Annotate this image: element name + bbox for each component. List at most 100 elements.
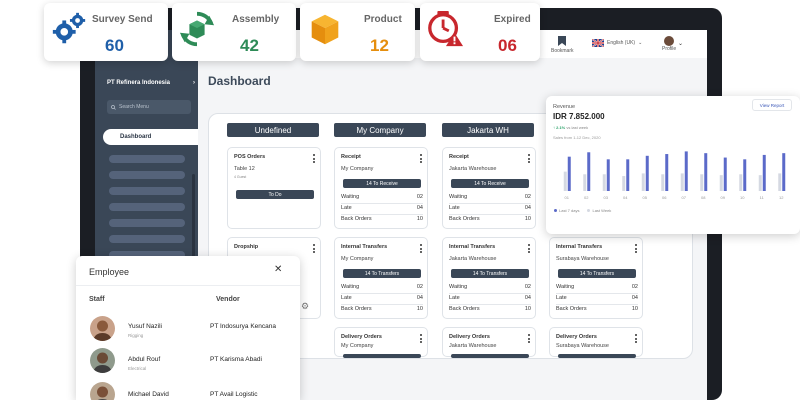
bar-last-7-days-01 bbox=[567, 156, 571, 191]
stat-label: Assembly bbox=[232, 14, 280, 25]
bar-last-week-08 bbox=[700, 174, 704, 191]
stat-card-expired[interactable]: Expired 06 bbox=[420, 3, 540, 61]
card-subtitle: Surabaya Warehouse bbox=[556, 256, 609, 262]
to-transfers-button[interactable]: 14 To Transfers bbox=[558, 269, 636, 278]
bar-last-7-days-07 bbox=[684, 151, 688, 191]
language-selector[interactable]: English (UK) ⌄ bbox=[592, 39, 642, 47]
bar-last-week-07 bbox=[680, 173, 684, 191]
chart-legend: Last 7 days Last Week bbox=[554, 208, 611, 213]
stat-card-assembly[interactable]: Assembly 42 bbox=[172, 3, 296, 61]
card-button[interactable] bbox=[558, 354, 636, 358]
to-receive-button[interactable]: 14 To Receive bbox=[451, 179, 529, 188]
column-header-jakarta-wh: Jakarta WH bbox=[442, 123, 534, 137]
more-menu-icon[interactable] bbox=[528, 154, 530, 165]
card-button[interactable] bbox=[451, 354, 529, 358]
sidebar-item[interactable] bbox=[109, 235, 185, 243]
stat-card-product[interactable]: Product 12 bbox=[300, 3, 415, 61]
company-selector[interactable]: PT Refinera Indonesia › bbox=[107, 80, 195, 86]
receipt-card-my-company[interactable]: Receipt My Company 14 To Receive Waiting… bbox=[334, 147, 428, 229]
bar-last-7-days-06 bbox=[665, 154, 669, 191]
sidebar-item[interactable] bbox=[109, 171, 185, 179]
profile-label: Profile bbox=[662, 46, 677, 52]
to-do-button[interactable]: To Do bbox=[236, 190, 314, 199]
more-menu-icon[interactable] bbox=[313, 154, 315, 165]
profile-button[interactable]: Profile bbox=[662, 36, 676, 52]
stat-row: Late 04 bbox=[449, 205, 531, 211]
to-receive-button[interactable]: 14 To Receive bbox=[343, 179, 421, 188]
card-button[interactable] bbox=[343, 354, 421, 358]
sidebar-item[interactable] bbox=[109, 203, 185, 211]
bar-last-week-10 bbox=[739, 174, 743, 191]
bookmark-label: Bookmark bbox=[551, 48, 574, 54]
stat-row: Late 04 bbox=[449, 295, 531, 301]
bookmark-icon bbox=[558, 36, 567, 46]
stat-row: Back Orders 10 bbox=[556, 306, 638, 312]
x-tick-label: 02 bbox=[584, 195, 589, 200]
settings-icon[interactable]: ⚙ bbox=[301, 301, 309, 312]
more-menu-icon[interactable] bbox=[420, 154, 422, 165]
pos-orders-card[interactable]: POS Orders Table 12 4 Guest To Do bbox=[227, 147, 321, 229]
more-menu-icon[interactable] bbox=[420, 244, 422, 255]
avatar bbox=[664, 36, 675, 46]
more-menu-icon[interactable] bbox=[313, 244, 315, 255]
internal-transfers-card-jakarta[interactable]: Internal Transfers Jakarta Warehouse 14 … bbox=[442, 237, 536, 319]
card-subtitle: My Company bbox=[341, 256, 374, 262]
legend-item-last-7-days: Last 7 days bbox=[554, 208, 579, 213]
avatar bbox=[90, 316, 115, 341]
x-tick-label: 01 bbox=[565, 195, 570, 200]
search-icon bbox=[111, 104, 116, 110]
internal-transfers-card-surabaya[interactable]: Internal Transfers Surabaya Warehouse 14… bbox=[549, 237, 643, 319]
bar-last-week-06 bbox=[661, 174, 665, 191]
x-tick-label: 09 bbox=[721, 195, 726, 200]
clock-alert-icon bbox=[428, 10, 464, 47]
more-menu-icon[interactable] bbox=[528, 334, 530, 345]
stat-card-survey-send[interactable]: Survey Send 60 bbox=[44, 3, 168, 61]
bookmark-button[interactable]: Bookmark bbox=[551, 36, 574, 54]
stat-row: Waiting 02 bbox=[449, 194, 531, 200]
stat-row: Waiting 02 bbox=[556, 284, 638, 290]
bar-last-week-05 bbox=[641, 173, 645, 191]
employee-name: Yusuf Nazili bbox=[128, 323, 162, 330]
to-transfers-button[interactable]: 14 To Transfers bbox=[343, 269, 421, 278]
to-transfers-button[interactable]: 14 To Transfers bbox=[451, 269, 529, 278]
stat-value: 60 bbox=[105, 36, 124, 55]
more-menu-icon[interactable] bbox=[635, 244, 637, 255]
sidebar-item-dashboard[interactable]: Dashboard bbox=[103, 129, 198, 145]
stat-row: Waiting 02 bbox=[341, 284, 423, 290]
bar-last-week-01 bbox=[563, 171, 567, 191]
delivery-orders-card-surabaya[interactable]: Delivery Orders Surabaya Warehouse bbox=[549, 327, 643, 358]
more-menu-icon[interactable] bbox=[420, 334, 422, 345]
sidebar-item[interactable] bbox=[109, 155, 185, 163]
card-subtitle: Jakarta Warehouse bbox=[449, 166, 497, 172]
receipt-card-jakarta[interactable]: Receipt Jakarta Warehouse 14 To Receive … bbox=[442, 147, 536, 229]
legend-item-last-week: Last Week bbox=[587, 208, 611, 213]
x-tick-label: 07 bbox=[682, 195, 687, 200]
delivery-orders-card-jakarta[interactable]: Delivery Orders Jakarta Warehouse bbox=[442, 327, 536, 358]
delivery-orders-card-my-company[interactable]: Delivery Orders My Company bbox=[334, 327, 428, 358]
employee-vendor: PT Karisma Abadi bbox=[210, 356, 262, 363]
bar-last-7-days-12 bbox=[782, 153, 786, 191]
stat-row: Waiting 02 bbox=[449, 284, 531, 290]
bar-last-week-04 bbox=[622, 176, 626, 191]
x-tick-label: 04 bbox=[623, 195, 628, 200]
search-menu-input[interactable]: Search Menu bbox=[107, 100, 191, 114]
x-tick-label: 10 bbox=[740, 195, 745, 200]
sidebar-scrollbar[interactable] bbox=[192, 174, 195, 264]
card-subtitle: Jakarta Warehouse bbox=[449, 256, 497, 262]
product-box-icon bbox=[311, 14, 339, 45]
internal-transfers-card-my-company[interactable]: Internal Transfers My Company 14 To Tran… bbox=[334, 237, 428, 319]
revenue-bar-chart: 01 02 03 04 05 06 07 08 09 10 11 12 bbox=[563, 151, 786, 200]
sidebar-item[interactable] bbox=[109, 219, 185, 227]
more-menu-icon[interactable] bbox=[635, 334, 637, 345]
bar-last-7-days-10 bbox=[743, 159, 747, 191]
chevron-right-icon: › bbox=[193, 80, 195, 86]
more-menu-icon[interactable] bbox=[528, 244, 530, 255]
employee-vendor: PT Indosurya Kencana bbox=[210, 323, 277, 330]
stat-row: Back Orders 10 bbox=[449, 306, 531, 312]
bar-last-7-days-05 bbox=[645, 155, 649, 191]
close-icon[interactable]: ✕ bbox=[274, 264, 282, 275]
card-title: Internal Transfers bbox=[449, 244, 496, 250]
x-tick-label: 06 bbox=[662, 195, 667, 200]
chevron-down-icon: ⌄ bbox=[638, 40, 643, 46]
sidebar-item[interactable] bbox=[109, 187, 185, 195]
